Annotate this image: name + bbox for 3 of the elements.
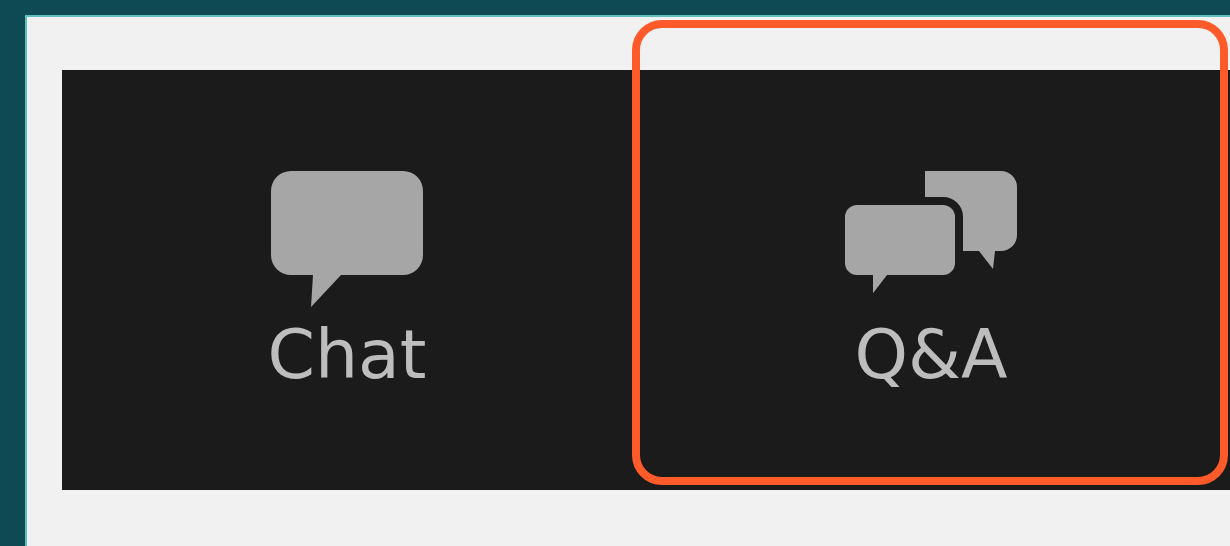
speech-bubble-icon xyxy=(271,171,423,307)
toolbar-button[interactable]: Q&A xyxy=(841,171,1021,389)
toolbar-button[interactable]: Chat xyxy=(267,171,427,389)
